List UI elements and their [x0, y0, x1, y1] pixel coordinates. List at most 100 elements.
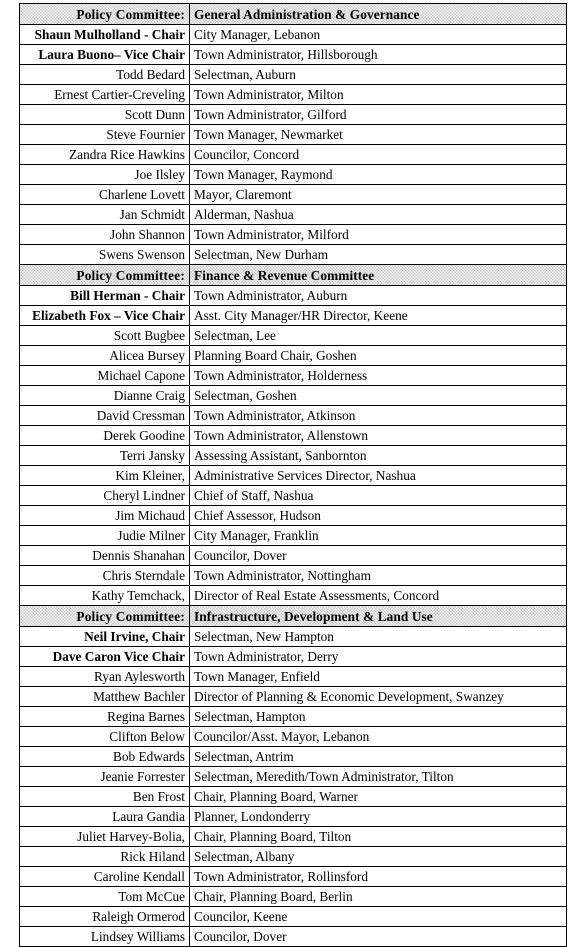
- section-header-label: Policy Committee:: [19, 605, 190, 627]
- table-row: Judie Milner City Manager, Franklin: [19, 525, 567, 546]
- member-name: Regina Barnes: [19, 706, 190, 727]
- member-role: Chief Assessor, Hudson: [189, 505, 567, 526]
- table-row: Michael Capone Town Administrator, Holder…: [19, 365, 567, 386]
- member-role: Councilor, Concord: [189, 144, 567, 165]
- table-row: Ernest Cartier-Creveling Town Administrat…: [19, 84, 567, 105]
- table-row: Zandra Rice Hawkins Councilor, Concord: [19, 144, 567, 165]
- table-row: Laura Gandia Planner, Londonderry: [19, 806, 567, 827]
- member-name: Kim Kleiner,: [19, 465, 190, 486]
- member-name: Rick Hiland: [19, 846, 190, 867]
- member-role: Town Manager, Enfield: [189, 666, 567, 687]
- table-row: Jim Michaud Chief Assessor, Hudson: [19, 505, 567, 526]
- member-name: Caroline Kendall: [19, 866, 190, 887]
- member-name: Neil Irvine, Chair: [19, 626, 190, 647]
- member-name: Jeanie Forrester: [19, 766, 190, 787]
- member-role: Town Administrator, Rollinsford: [189, 866, 567, 887]
- member-name: Kathy Temchack,: [19, 585, 190, 606]
- section-header-label: Policy Committee:: [19, 264, 190, 286]
- table-row: Laura Buono– Vice Chair Town Administrato…: [19, 44, 567, 65]
- table-row: David Cressman Town Administrator, Atkins…: [19, 405, 567, 426]
- member-role: Chair, Planning Board, Tilton: [189, 826, 567, 847]
- member-role: Planner, Londonderry: [189, 806, 567, 827]
- member-role: Chair, Planning Board, Berlin: [189, 886, 567, 907]
- table-row: Dianne Craig Selectman, Goshen: [19, 385, 567, 406]
- member-name: Ryan Aylesworth: [19, 666, 190, 687]
- member-role: Town Administrator, Hillsborough: [189, 44, 567, 65]
- member-name: David Cressman: [19, 405, 190, 426]
- member-name: Derek Goodine: [19, 425, 190, 446]
- table-row: Chris Sterndale Town Administrator, Notti…: [19, 565, 567, 586]
- table-row: Lindsey Williams Councilor, Dover: [19, 926, 567, 947]
- member-role: Town Administrator, Milton: [189, 84, 567, 105]
- member-role: Town Administrator, Holderness: [189, 365, 567, 386]
- table-row: Shaun Mulholland - Chair City Manager, Le…: [19, 24, 567, 45]
- table-row: Ryan Aylesworth Town Manager, Enfield: [19, 666, 567, 687]
- table-row: Bill Herman - Chair Town Administrator, A…: [19, 285, 567, 306]
- document-page: Policy Committee: General Administration …: [0, 0, 587, 947]
- member-role: Asst. City Manager/HR Director, Keene: [189, 305, 567, 326]
- member-name: Alicea Bursey: [19, 345, 190, 366]
- member-role: Selectman, Goshen: [189, 385, 567, 406]
- member-role: Director of Planning & Economic Developm…: [189, 686, 567, 707]
- table-body: Policy Committee: General Administration …: [19, 3, 567, 947]
- member-name: Dave Caron Vice Chair: [19, 646, 190, 667]
- member-name: Joe Ilsley: [19, 164, 190, 185]
- member-name: Charlene Lovett: [19, 184, 190, 205]
- table-row: Scott Dunn Town Administrator, Gilford: [19, 104, 567, 125]
- member-role: Selectman, Antrim: [189, 746, 567, 767]
- member-role: City Manager, Franklin: [189, 525, 567, 546]
- member-role: Selectman, Lee: [189, 325, 567, 346]
- table-row: Regina Barnes Selectman, Hampton: [19, 706, 567, 727]
- member-role: Town Administrator, Atkinson: [189, 405, 567, 426]
- table-row: Ben Frost Chair, Planning Board, Warner: [19, 786, 567, 807]
- member-role: Assessing Assistant, Sanbornton: [189, 445, 567, 466]
- member-name: Raleigh Ormerod: [19, 906, 190, 927]
- section-header-title: Infrastructure, Development & Land Use: [189, 605, 567, 627]
- policy-committee-table: Policy Committee: General Administration …: [19, 3, 567, 947]
- member-role: Selectman, New Hampton: [189, 626, 567, 647]
- table-row: Matthew Bachler Director of Planning & Ec…: [19, 686, 567, 707]
- section-header-title: General Administration & Governance: [189, 3, 567, 25]
- member-name: Swens Swenson: [19, 244, 190, 265]
- member-role: Planning Board Chair, Goshen: [189, 345, 567, 366]
- member-role: Selectman, Meredith/Town Administrator, …: [189, 766, 567, 787]
- member-role: Alderman, Nashua: [189, 204, 567, 225]
- table-row: Caroline Kendall Town Administrator, Roll…: [19, 866, 567, 887]
- table-row: Raleigh Ormerod Councilor, Keene: [19, 906, 567, 927]
- member-name: Laura Gandia: [19, 806, 190, 827]
- table-row: Jan Schmidt Alderman, Nashua: [19, 204, 567, 225]
- table-row: Kathy Temchack, Director of Real Estate A…: [19, 585, 567, 606]
- member-role: Town Administrator, Allenstown: [189, 425, 567, 446]
- table-row: Elizabeth Fox – Vice Chair Asst. City Man…: [19, 305, 567, 326]
- member-name: Judie Milner: [19, 525, 190, 546]
- member-name: John Shannon: [19, 224, 190, 245]
- member-name: Bill Herman - Chair: [19, 285, 190, 306]
- member-name: Clifton Below: [19, 726, 190, 747]
- section-header-row: Policy Committee: Infrastructure, Develop…: [19, 605, 567, 627]
- table-row: John Shannon Town Administrator, Milford: [19, 224, 567, 245]
- member-name: Cheryl Lindner: [19, 485, 190, 506]
- member-role: Mayor, Claremont: [189, 184, 567, 205]
- member-name: Ben Frost: [19, 786, 190, 807]
- section-header-row: Policy Committee: Finance & Revenue Commi…: [19, 264, 567, 286]
- table-row: Charlene Lovett Mayor, Claremont: [19, 184, 567, 205]
- member-name: Laura Buono– Vice Chair: [19, 44, 190, 65]
- member-name: Scott Bugbee: [19, 325, 190, 346]
- member-name: Dianne Craig: [19, 385, 190, 406]
- member-name: Scott Dunn: [19, 104, 190, 125]
- table-row: Swens Swenson Selectman, New Durham: [19, 244, 567, 265]
- table-row: Derek Goodine Town Administrator, Allenst…: [19, 425, 567, 446]
- table-row: Terri Jansky Assessing Assistant, Sanborn…: [19, 445, 567, 466]
- section-header-row: Policy Committee: General Administration …: [19, 3, 567, 25]
- member-role: Selectman, Hampton: [189, 706, 567, 727]
- table-row: Kim Kleiner, Administrative Services Dire…: [19, 465, 567, 486]
- table-row: Rick Hiland Selectman, Albany: [19, 846, 567, 867]
- member-role: Chief of Staff, Nashua: [189, 485, 567, 506]
- member-role: Town Manager, Raymond: [189, 164, 567, 185]
- table-row: Steve Fournier Town Manager, Newmarket: [19, 124, 567, 145]
- section-header-title: Finance & Revenue Committee: [189, 264, 567, 286]
- member-role: Selectman, Auburn: [189, 64, 567, 85]
- member-name: Terri Jansky: [19, 445, 190, 466]
- member-name: Todd Bedard: [19, 64, 190, 85]
- member-name: Tom McCue: [19, 886, 190, 907]
